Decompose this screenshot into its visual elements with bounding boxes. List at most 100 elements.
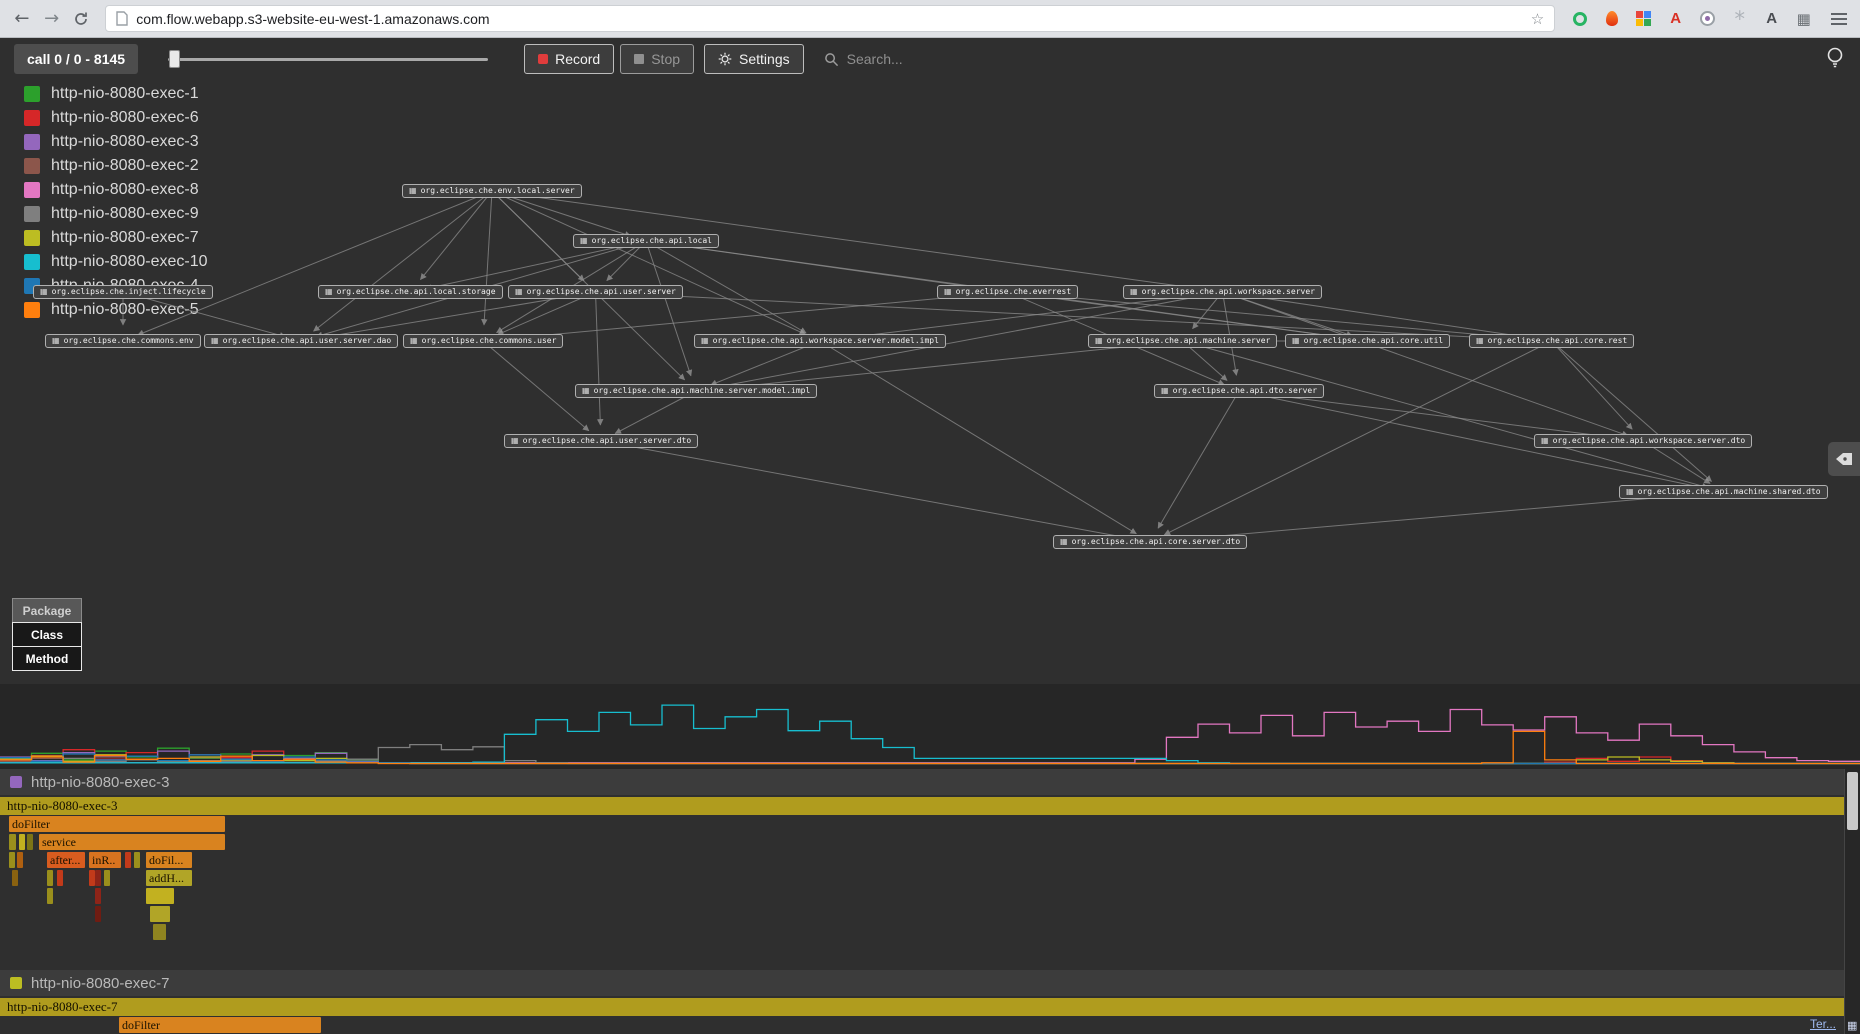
graph-node[interactable]: ▦org.eclipse.che.api.workspace.server.mo…: [694, 334, 946, 348]
flame-bar[interactable]: doFilter: [9, 816, 225, 832]
graph-node[interactable]: ▦org.eclipse.che.commons.user: [403, 334, 563, 348]
scrollbar-thumb[interactable]: [1847, 772, 1858, 830]
flame-bar[interactable]: service: [39, 834, 225, 850]
address-bar[interactable]: com.flow.webapp.s3-website-eu-west-1.ama…: [105, 5, 1555, 32]
color-grid-extension-icon[interactable]: [1633, 8, 1654, 29]
slider-handle[interactable]: [169, 50, 180, 68]
graph-node[interactable]: ▦org.eclipse.che.commons.env: [45, 334, 201, 348]
package-label: org.eclipse.che.api.workspace.server.mod…: [713, 337, 939, 345]
flame-bar[interactable]: doFil...: [146, 852, 192, 868]
thread-color-swatch: [10, 977, 22, 989]
flame-bar[interactable]: [57, 870, 63, 886]
mode-button-class[interactable]: Class: [12, 622, 82, 647]
dark-a-extension-icon[interactable]: A: [1761, 8, 1782, 29]
package-icon: ▦: [1626, 488, 1634, 496]
flame-bar[interactable]: [104, 870, 110, 886]
forward-button[interactable]: →: [38, 5, 66, 33]
package-icon: ▦: [40, 288, 48, 296]
record-label: Record: [555, 51, 600, 67]
call-counter-badge[interactable]: call 0 / 0 - 8145: [14, 44, 138, 74]
flame-root-bar[interactable]: http-nio-8080-exec-7: [0, 998, 1844, 1016]
swirl-extension-icon[interactable]: [1697, 8, 1718, 29]
thread-section-header[interactable]: http-nio-8080-exec-7: [0, 970, 1844, 996]
graph-node[interactable]: ▦org.eclipse.che.everrest: [937, 285, 1078, 299]
flame-bar[interactable]: [9, 852, 15, 868]
package-label: org.eclipse.che.inject.lifecycle: [52, 288, 206, 296]
flame-sections: http-nio-8080-exec-3 http-nio-8080-exec-3…: [0, 769, 1844, 1034]
flame-bar[interactable]: [17, 852, 23, 868]
flame-bar[interactable]: [153, 924, 166, 940]
record-button[interactable]: Record: [524, 44, 614, 74]
timeline-slider[interactable]: [168, 58, 488, 61]
graph-node[interactable]: ▦org.eclipse.che.api.user.server.dto: [504, 434, 698, 448]
graph-node[interactable]: ▦org.eclipse.che.api.workspace.server.dt…: [1534, 434, 1752, 448]
flame-bar[interactable]: [12, 870, 18, 886]
activity-timeline[interactable]: [0, 684, 1860, 769]
flame-bar[interactable]: [19, 834, 25, 850]
package-label: org.eclipse.che.commons.env: [64, 337, 194, 345]
refresh-icon: [73, 11, 89, 27]
flame-bar[interactable]: after...: [47, 852, 85, 868]
flame-bar[interactable]: [47, 870, 53, 886]
flame-bar[interactable]: [134, 852, 140, 868]
graph-node[interactable]: ▦ org.eclipse.che.inject.lifecycle: [33, 285, 213, 299]
tag-panel-button[interactable]: [1828, 442, 1860, 476]
browser-chrome: ← → com.flow.webapp.s3-website-eu-west-1…: [0, 0, 1860, 38]
flame-extension-icon[interactable]: [1601, 8, 1622, 29]
graph-node[interactable]: ▦org.eclipse.che.api.dto.server: [1154, 384, 1324, 398]
flame-bar[interactable]: [146, 888, 174, 904]
flame-bar[interactable]: [125, 852, 131, 868]
bookmark-star-icon[interactable]: ☆: [1531, 10, 1544, 28]
graph-node[interactable]: ▦org.eclipse.che.api.user.server: [508, 285, 683, 299]
refresh-button[interactable]: [68, 5, 96, 33]
flame-bar[interactable]: [27, 834, 33, 850]
package-label: org.eclipse.che.api.local: [592, 237, 712, 245]
graph-node[interactable]: ▦org.eclipse.che.api.local.storage: [318, 285, 503, 299]
flame-bar[interactable]: [47, 888, 53, 904]
flame-bar[interactable]: [95, 888, 101, 904]
settings-button[interactable]: Settings: [704, 44, 804, 74]
extension-toolbar: A * A ▦: [1569, 8, 1814, 29]
package-icon: ▦: [1541, 437, 1549, 445]
back-button[interactable]: ←: [8, 5, 36, 33]
asterisk-extension-icon[interactable]: *: [1729, 8, 1750, 29]
red-a-extension-icon[interactable]: A: [1665, 8, 1686, 29]
green-ring-extension-icon[interactable]: [1569, 8, 1590, 29]
vertical-scrollbar[interactable]: ▦: [1844, 769, 1860, 1034]
package-icon: ▦: [511, 437, 519, 445]
thread-section-header[interactable]: http-nio-8080-exec-3: [0, 769, 1844, 795]
mode-button-package[interactable]: Package: [12, 598, 82, 623]
package-icon: ▦: [1292, 337, 1300, 345]
graph-node[interactable]: ▦ org.eclipse.che.api.local: [573, 234, 719, 248]
package-label: org.eclipse.che.everrest: [956, 288, 1072, 296]
table-extension-icon[interactable]: ▦: [1793, 8, 1814, 29]
flame-root-bar[interactable]: http-nio-8080-exec-3: [0, 797, 1844, 815]
flame-bar[interactable]: [9, 834, 16, 850]
lightbulb-button[interactable]: [1824, 45, 1846, 78]
stop-icon: [634, 54, 644, 64]
graph-node[interactable]: ▦org.eclipse.che.api.core.util: [1285, 334, 1450, 348]
graph-node[interactable]: ▦org.eclipse.che.api.core.rest: [1469, 334, 1634, 348]
graph-node[interactable]: ▦org.eclipse.che.api.workspace.server: [1123, 285, 1322, 299]
package-icon: ▦: [515, 288, 523, 296]
flame-bar[interactable]: addH...: [146, 870, 192, 886]
browser-menu-button[interactable]: [1826, 6, 1852, 32]
terminal-link[interactable]: Ter...: [1810, 1017, 1836, 1031]
mode-button-method[interactable]: Method: [12, 646, 82, 671]
graph-node[interactable]: ▦org.eclipse.che.api.machine.server: [1088, 334, 1277, 348]
flame-bar[interactable]: [150, 906, 170, 922]
flame-bar[interactable]: [95, 906, 101, 922]
package-icon: ▦: [580, 237, 588, 245]
graph-node[interactable]: ▦org.eclipse.che.api.machine.shared.dto: [1619, 485, 1828, 499]
graph-node[interactable]: ▦org.eclipse.che.api.user.server.dao: [204, 334, 398, 348]
thread-name: http-nio-8080-exec-7: [31, 975, 169, 992]
flame-bar[interactable]: [95, 870, 101, 886]
stop-button[interactable]: Stop: [620, 44, 694, 74]
flame-bar[interactable]: doFilter: [119, 1017, 321, 1033]
graph-node[interactable]: ▦org.eclipse.che.api.machine.server.mode…: [575, 384, 817, 398]
package-label: org.eclipse.che.api.local.storage: [337, 288, 496, 296]
graph-node[interactable]: ▦org.eclipse.che.api.core.server.dto: [1053, 535, 1247, 549]
search-input[interactable]: [847, 51, 1007, 67]
graph-node[interactable]: ▦org.eclipse.che.env.local.server: [402, 184, 582, 198]
flame-bar[interactable]: inR..: [89, 852, 121, 868]
